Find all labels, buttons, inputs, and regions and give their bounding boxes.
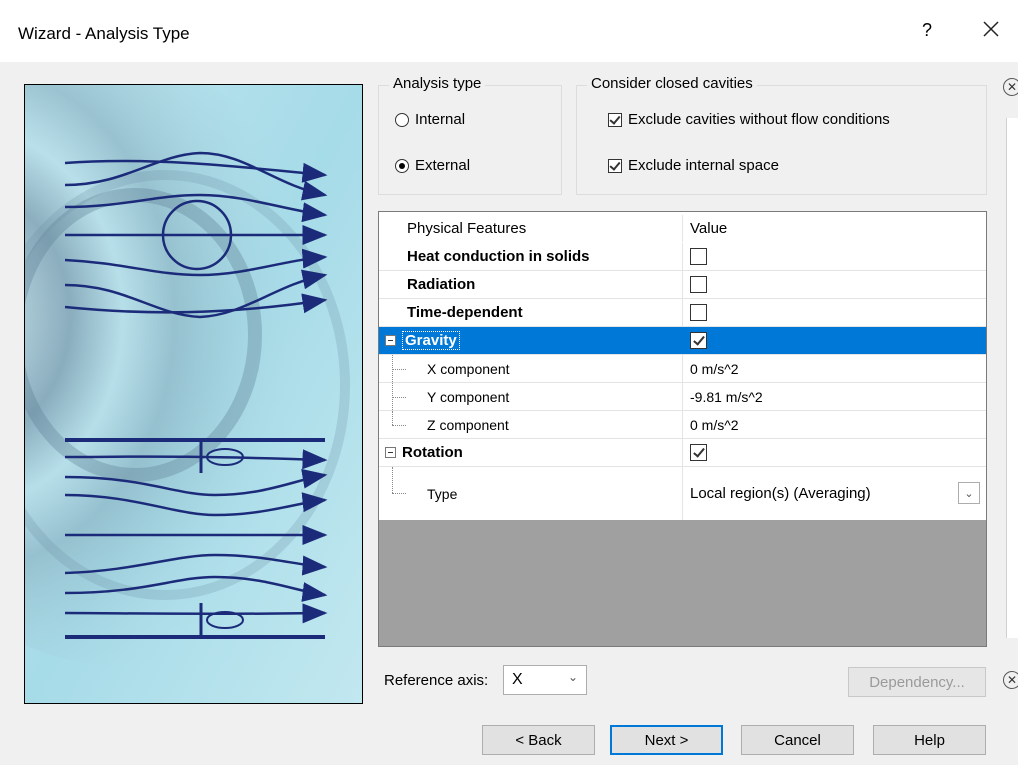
radio-internal-indicator[interactable]	[395, 112, 409, 127]
z-component-value[interactable]: 0 m/s^2	[684, 411, 986, 438]
rotation-collapse-icon[interactable]	[385, 447, 396, 458]
row-y-component[interactable]: Y component -9.81 m/s^2	[379, 383, 986, 411]
radio-external-indicator[interactable]	[395, 158, 409, 173]
tree-line	[392, 411, 393, 425]
radio-external[interactable]: External	[395, 157, 470, 174]
row-x-component[interactable]: X component 0 m/s^2	[379, 355, 986, 383]
type-combo-value: Local region(s) (Averaging)	[690, 485, 871, 502]
gravity-checkbox[interactable]	[690, 332, 707, 349]
exclude-internal-label: Exclude internal space	[628, 157, 779, 174]
row-gravity[interactable]: Gravity	[379, 327, 986, 355]
row-z-component[interactable]: Z component 0 m/s^2	[379, 411, 986, 439]
tree-line	[392, 467, 393, 493]
reference-axis-label: Reference axis:	[384, 672, 489, 689]
exclude-internal-box[interactable]	[608, 158, 622, 173]
dependency-button[interactable]: Dependency...	[848, 667, 986, 697]
reference-axis-combo[interactable]: X ⌄	[503, 665, 587, 695]
exclude-internal-checkbox[interactable]: Exclude internal space	[608, 157, 779, 174]
row-type-label: Type	[427, 485, 458, 502]
expand-panel-icon[interactable]: ✕	[1003, 671, 1018, 689]
side-scrollbar[interactable]	[1006, 118, 1018, 638]
window-title: Wizard - Analysis Type	[18, 24, 190, 43]
row-type[interactable]: Type Local region(s) (Averaging) ⌄	[379, 467, 986, 520]
analysis-illustration	[24, 84, 363, 704]
row-time-dependent-label: Time-dependent	[407, 304, 523, 321]
help-button[interactable]: Help	[873, 725, 986, 755]
back-button[interactable]: < Back	[482, 725, 595, 755]
close-icon[interactable]	[976, 14, 1006, 44]
reference-axis-value: X	[512, 671, 523, 688]
analysis-type-group: Analysis type	[378, 75, 562, 195]
tree-branch	[392, 397, 406, 398]
gravity-collapse-icon[interactable]	[385, 335, 396, 346]
tree-branch	[392, 493, 406, 494]
title-bar: Wizard - Analysis Type ?	[0, 0, 1018, 62]
row-heat-conduction-label: Heat conduction in solids	[407, 248, 590, 265]
physical-features-grid: Physical Features Value Heat conduction …	[378, 211, 987, 647]
row-radiation-label: Radiation	[407, 276, 476, 293]
tree-branch	[392, 425, 406, 426]
exclude-no-flow-label: Exclude cavities without flow conditions	[628, 111, 890, 128]
radio-external-label: External	[415, 157, 471, 174]
x-component-value[interactable]: 0 m/s^2	[684, 355, 986, 382]
row-rotation[interactable]: Rotation	[379, 439, 986, 467]
row-gravity-label: Gravity	[402, 331, 460, 350]
heat-conduction-checkbox[interactable]	[690, 248, 707, 265]
col-value: Value	[690, 220, 728, 237]
analysis-type-label: Analysis type	[389, 75, 486, 92]
next-button[interactable]: Next >	[610, 725, 723, 755]
chevron-down-icon[interactable]: ⌄	[568, 670, 578, 684]
row-rotation-label: Rotation	[402, 444, 463, 461]
cancel-button[interactable]: Cancel	[741, 725, 854, 755]
chevron-down-icon[interactable]: ⌄	[958, 482, 980, 504]
row-radiation[interactable]: Radiation	[379, 271, 986, 299]
help-icon[interactable]: ?	[922, 20, 932, 41]
exclude-no-flow-box[interactable]	[608, 112, 622, 127]
radio-internal-label: Internal	[415, 111, 466, 128]
col-physical-features: Physical Features	[407, 220, 527, 237]
closed-cavities-label: Consider closed cavities	[587, 75, 757, 92]
closed-cavities-group: Consider closed cavities	[576, 75, 987, 195]
collapse-panel-icon[interactable]: ✕	[1003, 78, 1018, 96]
rotation-checkbox[interactable]	[690, 444, 707, 461]
radio-internal[interactable]: Internal	[395, 111, 465, 128]
type-combo[interactable]: Local region(s) (Averaging) ⌄	[684, 467, 986, 520]
grid-body: Physical Features Value Heat conduction …	[379, 212, 986, 520]
row-time-dependent[interactable]: Time-dependent	[379, 299, 986, 327]
tree-branch	[392, 369, 406, 370]
grid-header-row: Physical Features Value	[379, 215, 986, 243]
exclude-no-flow-checkbox[interactable]: Exclude cavities without flow conditions	[608, 111, 890, 128]
y-component-value[interactable]: -9.81 m/s^2	[684, 383, 986, 410]
row-heat-conduction[interactable]: Heat conduction in solids	[379, 243, 986, 271]
time-dependent-checkbox[interactable]	[690, 304, 707, 321]
radiation-checkbox[interactable]	[690, 276, 707, 293]
